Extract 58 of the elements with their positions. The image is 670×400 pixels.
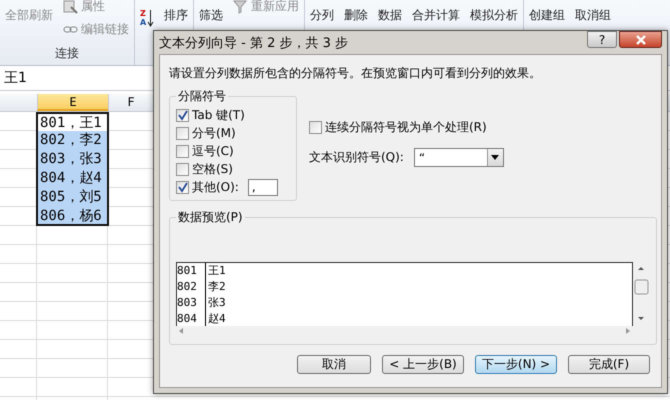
formula-bar-value: 王1 <box>4 69 27 87</box>
group-label: 连接 <box>54 45 80 62</box>
table-cell[interactable]: 803，张3 <box>36 150 109 169</box>
ribbon-button[interactable]: 数据 <box>378 7 402 24</box>
group-title: 分隔符号 <box>177 88 227 105</box>
input-field[interactable]: , <box>248 178 278 196</box>
ribbon-button[interactable]: 创建组 <box>529 7 566 24</box>
table-cell[interactable]: 802，李2 <box>36 131 109 150</box>
checkbox[interactable] <box>176 144 189 158</box>
checkbox-label: 分号(M) <box>192 124 236 142</box>
group-title: 数据预览(P) <box>177 209 244 226</box>
checkbox[interactable] <box>176 162 189 176</box>
checkbox-label: 空格(S) <box>192 160 233 178</box>
close-icon <box>634 34 646 44</box>
checkbox[interactable] <box>309 120 322 134</box>
dropdown[interactable]: “ <box>414 148 504 167</box>
dialog-button[interactable]: 取消 <box>297 355 371 374</box>
down-arrow-icon <box>147 9 154 27</box>
field-label: 文本识别符号(Q): <box>309 149 404 166</box>
checkbox-label: 连续分隔符号视为单个处理(R) <box>325 118 487 136</box>
dialog-button[interactable]: < 上一步(B) <box>382 355 464 374</box>
instruction-text: 请设置分列数据所包含的分隔符号。在预览窗口内可看到分列的效果。 <box>169 65 542 82</box>
preview-cell-text: 王1 <box>207 263 226 279</box>
help-button[interactable]: ? <box>587 31 617 48</box>
table-cell[interactable]: 806，杨6 <box>36 207 109 226</box>
checkbox[interactable] <box>176 126 189 140</box>
checkbox[interactable] <box>176 108 189 122</box>
filter-icon <box>233 0 248 14</box>
sort-letter: A <box>140 18 146 27</box>
dialog-button[interactable]: 下一步(N) > <box>475 355 557 374</box>
ribbon-button[interactable]: 筛选 <box>199 7 224 24</box>
ribbon-button[interactable]: 删除 <box>344 7 368 24</box>
checkbox-label: Tab 键(T) <box>192 106 245 124</box>
ribbon-button[interactable]: 模拟分析 <box>470 7 518 24</box>
preview-cell: 802 <box>177 279 206 295</box>
ribbon-button[interactable]: 排序 <box>164 7 188 24</box>
preview-cell-text: 赵4 <box>207 311 226 326</box>
column-header[interactable]: E <box>37 94 108 111</box>
close-button[interactable] <box>619 31 662 48</box>
checkbox-label: 其他(O): <box>192 178 239 196</box>
table-cell[interactable]: 801，王1 <box>36 112 109 131</box>
sort-letter: Z <box>140 9 146 18</box>
preview-cell: 804 <box>177 311 206 326</box>
checkbox[interactable] <box>176 180 189 194</box>
window-title: 文本分列向导 - 第 2 步，共 3 步 <box>159 34 348 52</box>
dropdown-arrow-icon <box>491 155 500 160</box>
preview-cell: 803 <box>177 295 206 311</box>
ribbon-button[interactable]: 合并计算 <box>412 7 460 24</box>
document-icon <box>63 0 78 14</box>
preview-cell-text: 张3 <box>207 295 226 311</box>
ribbon-button[interactable]: 取消组 <box>575 7 612 24</box>
table-cell[interactable]: 804，赵4 <box>36 169 109 188</box>
checkbox-label: 逗号(C) <box>192 142 234 160</box>
table-cell[interactable]: 805，刘5 <box>36 188 109 207</box>
dialog-button[interactable]: 完成(F) <box>568 355 650 374</box>
preview-cell: 801 <box>177 263 206 279</box>
preview-cell-text: 李2 <box>207 279 226 295</box>
ribbon-button[interactable]: 分列 <box>310 7 334 24</box>
